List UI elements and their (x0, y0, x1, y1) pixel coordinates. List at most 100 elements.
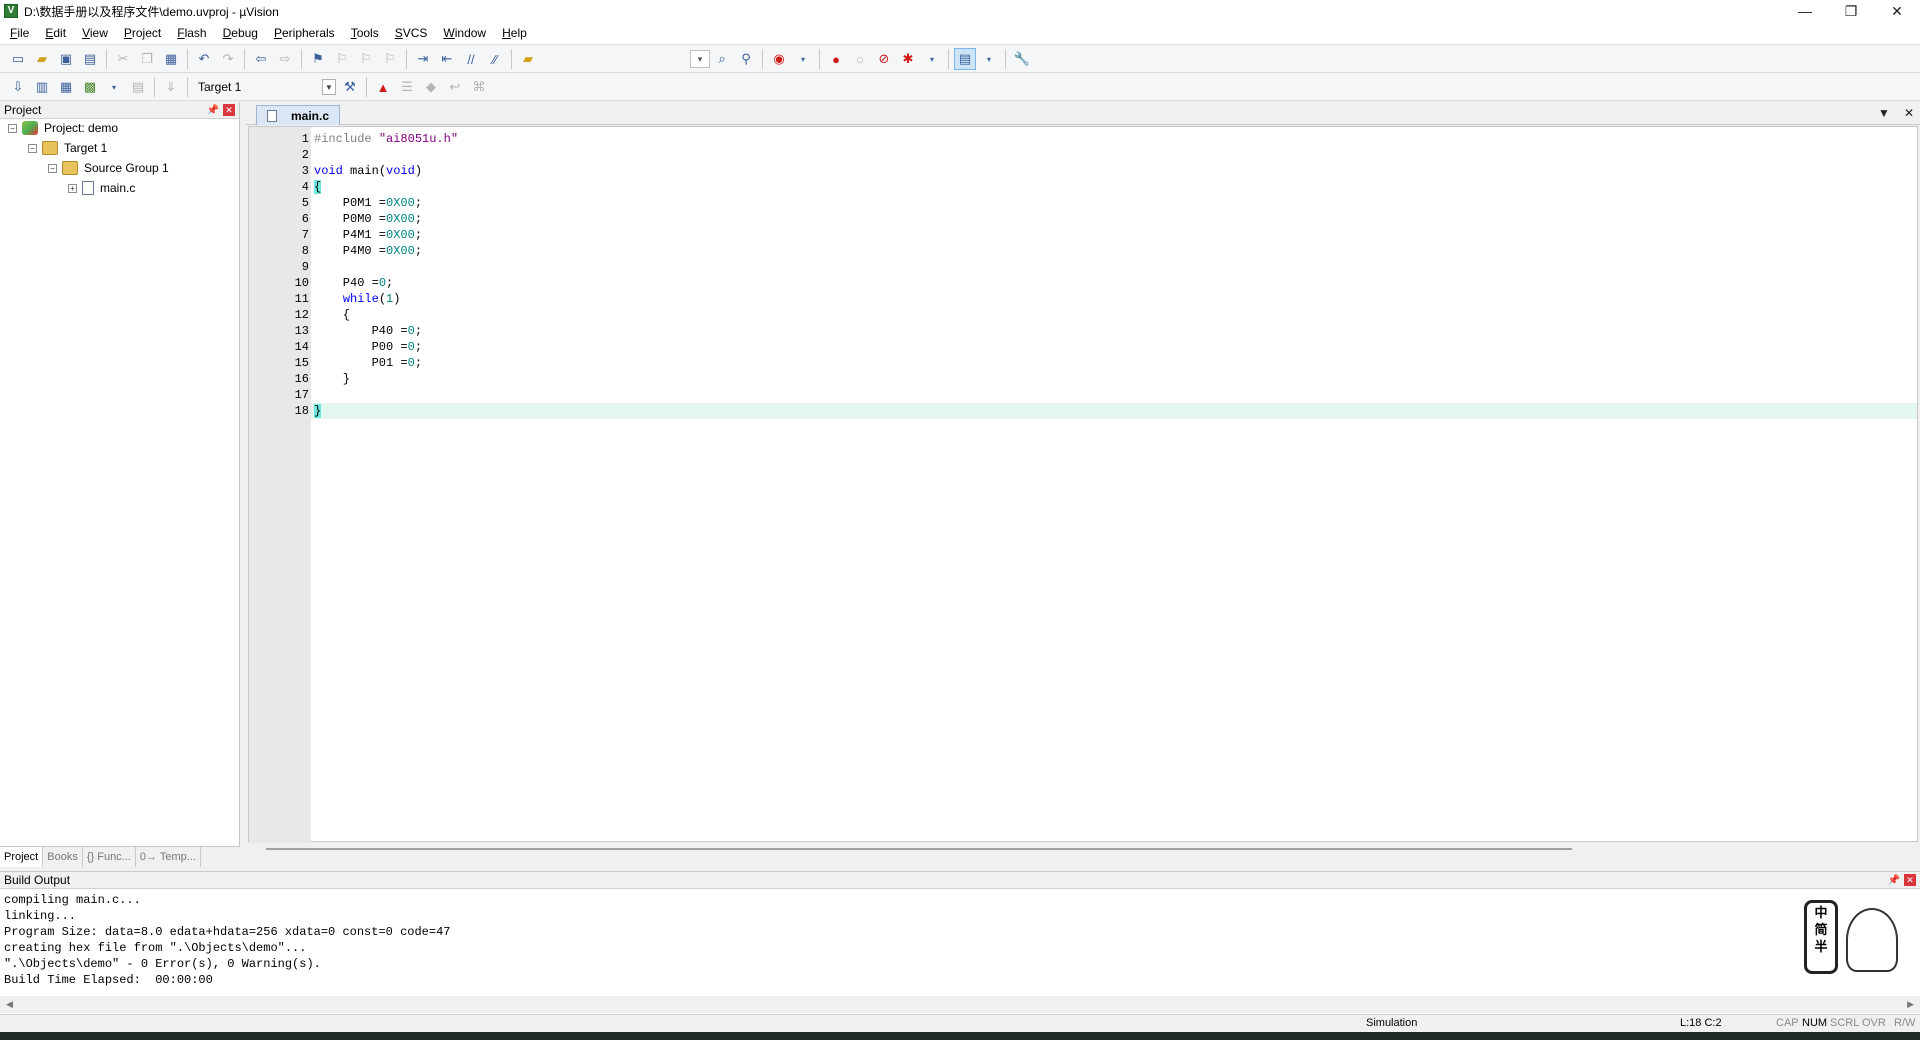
code-line[interactable]: } (314, 371, 350, 387)
build-output-hscrollbar[interactable]: ◀ ▶ (0, 996, 1920, 1013)
close-icon[interactable]: ✕ (1904, 874, 1916, 886)
pack-installer-icon[interactable]: ↩ (444, 76, 466, 98)
menu-help[interactable]: Help (494, 22, 535, 45)
next-bookmark-icon[interactable]: ⚐ (355, 48, 377, 70)
comment-icon[interactable]: // (460, 48, 482, 70)
tree-item-source-group[interactable]: − Source Group 1 (48, 159, 169, 177)
save-all-icon[interactable]: ▤ (79, 48, 101, 70)
bookmark-icon[interactable]: ⚑ (307, 48, 329, 70)
find-combo-dropdown[interactable]: ▾ (690, 50, 710, 68)
pin-icon[interactable]: 📌 (1888, 875, 1900, 886)
menu-tools[interactable]: Tools (343, 22, 387, 45)
minimize-button[interactable]: — (1782, 0, 1828, 22)
find-icon[interactable]: ⌕ (711, 48, 733, 70)
tree-item-project[interactable]: − Project: demo (8, 119, 118, 137)
translate-icon[interactable]: ⇩ (7, 76, 29, 98)
enable-breakpoint-icon[interactable]: ○ (849, 48, 871, 70)
copy-icon[interactable]: ❐ (136, 48, 158, 70)
code-line[interactable]: P4M1 =0X00; (314, 227, 422, 243)
tab-functions[interactable]: {} Func... (83, 847, 136, 867)
prev-bookmark-icon[interactable]: ⚐ (331, 48, 353, 70)
window-layout-icon[interactable]: ▤ (954, 48, 976, 70)
debug-dropdown-icon[interactable]: ▾ (792, 48, 814, 70)
code-line[interactable]: P0M1 =0X00; (314, 195, 422, 211)
pin-icon[interactable]: 📌 (207, 105, 219, 116)
software-packs-icon[interactable]: ⌘ (468, 76, 490, 98)
code-line[interactable]: #include "ai8051u.h" (314, 131, 458, 147)
code-line[interactable]: } (314, 403, 322, 419)
save-icon[interactable]: ▣ (55, 48, 77, 70)
code-line[interactable]: P40 =0; (314, 275, 393, 291)
menu-edit[interactable]: Edit (37, 22, 74, 45)
open-file-icon[interactable]: ▰ (31, 48, 53, 70)
disable-all-breakpoints-icon[interactable]: ⊘ (873, 48, 895, 70)
code-line[interactable]: P4M0 =0X00; (314, 243, 422, 259)
code-editor[interactable]: 1 2 3 4 5 6 7 8 9 10 11 12 13 14 15 16 17 18 #include "ai… (248, 126, 1918, 843)
code-line[interactable]: P00 =0; (314, 339, 422, 355)
code-line[interactable]: P01 =0; (314, 355, 422, 371)
stop-build-icon[interactable]: ▤ (127, 76, 149, 98)
undo-icon[interactable]: ↶ (193, 48, 215, 70)
window-layout-dropdown-icon[interactable]: ▾ (978, 48, 1000, 70)
target-options-icon[interactable]: ⚒ (339, 76, 361, 98)
kill-breakpoints-icon[interactable]: ✱ (897, 48, 919, 70)
menu-svcs[interactable]: SVCS (387, 22, 436, 45)
maximize-button[interactable]: ❐ (1828, 0, 1874, 22)
download-icon[interactable]: ⇓ (160, 76, 182, 98)
batch-build-icon[interactable]: ▩ (79, 76, 101, 98)
menu-view[interactable]: View (74, 22, 116, 45)
code-line[interactable]: { (314, 179, 322, 195)
code-line[interactable]: P0M0 =0X00; (314, 211, 422, 227)
ime-mascot[interactable]: 中 简 半 (1804, 900, 1904, 980)
batch-dropdown-icon[interactable]: ▾ (103, 76, 125, 98)
tab-project[interactable]: Project (0, 847, 44, 867)
tree-item-main-c[interactable]: + main.c (68, 179, 135, 197)
insert-breakpoint-icon[interactable]: ● (825, 48, 847, 70)
menu-flash[interactable]: Flash (169, 22, 214, 45)
close-icon[interactable]: ✕ (223, 104, 235, 116)
menu-debug[interactable]: Debug (215, 22, 266, 45)
uncomment-icon[interactable]: ⁄⁄ (484, 48, 506, 70)
collapse-icon[interactable]: − (48, 163, 57, 173)
tab-list-dropdown-icon[interactable]: ▼ (1878, 106, 1890, 120)
menu-window[interactable]: Window (435, 22, 494, 45)
tab-main-c[interactable]: main.c (256, 105, 340, 125)
target-select[interactable]: Target 1 ▼ (192, 77, 338, 97)
paste-icon[interactable]: ▦ (160, 48, 182, 70)
indent-icon[interactable]: ⇥ (412, 48, 434, 70)
debug-session-icon[interactable]: ◉ (768, 48, 790, 70)
manage-project-items-icon[interactable]: ▲ (372, 76, 394, 98)
horizontal-scrollbar[interactable] (266, 848, 1572, 850)
code-line[interactable]: { (314, 307, 350, 323)
tree-item-target[interactable]: − Target 1 (28, 139, 107, 157)
expand-icon[interactable]: + (68, 183, 77, 193)
new-file-icon[interactable]: ▭ (7, 48, 29, 70)
code-line[interactable]: while(1) (314, 291, 401, 307)
close-window-button[interactable]: ✕ (1874, 0, 1920, 22)
code-line[interactable]: P40 =0; (314, 323, 422, 339)
menu-file[interactable]: File (2, 22, 37, 45)
menu-project[interactable]: Project (116, 22, 169, 45)
collapse-icon[interactable]: − (8, 123, 17, 133)
cut-icon[interactable]: ✂ (112, 48, 134, 70)
tab-books[interactable]: Books (43, 847, 83, 867)
navigate-back-icon[interactable]: ⇦ (250, 48, 272, 70)
close-tab-icon[interactable]: ✕ (1904, 106, 1914, 120)
scroll-right-icon[interactable]: ▶ (1907, 999, 1914, 1010)
redo-icon[interactable]: ↷ (217, 48, 239, 70)
build-icon[interactable]: ▥ (31, 76, 53, 98)
find-in-files-icon[interactable]: ▰ (517, 48, 539, 70)
navigate-forward-icon[interactable]: ⇨ (274, 48, 296, 70)
incremental-find-icon[interactable]: ⚲ (735, 48, 757, 70)
collapse-icon[interactable]: − (28, 143, 37, 153)
menu-peripherals[interactable]: Peripherals (266, 22, 343, 45)
manage-components-icon[interactable]: ☰ (396, 76, 418, 98)
rebuild-icon[interactable]: ▦ (55, 76, 77, 98)
code-line[interactable]: void main(void) (314, 163, 422, 179)
configure-icon[interactable]: 🔧 (1011, 48, 1033, 70)
clear-bookmarks-icon[interactable]: ⚐ (379, 48, 401, 70)
scroll-left-icon[interactable]: ◀ (6, 999, 13, 1010)
select-packs-icon[interactable]: ◆ (420, 76, 442, 98)
tab-templates[interactable]: 0→ Temp... (136, 847, 201, 867)
breakpoint-dropdown-icon[interactable]: ▾ (921, 48, 943, 70)
